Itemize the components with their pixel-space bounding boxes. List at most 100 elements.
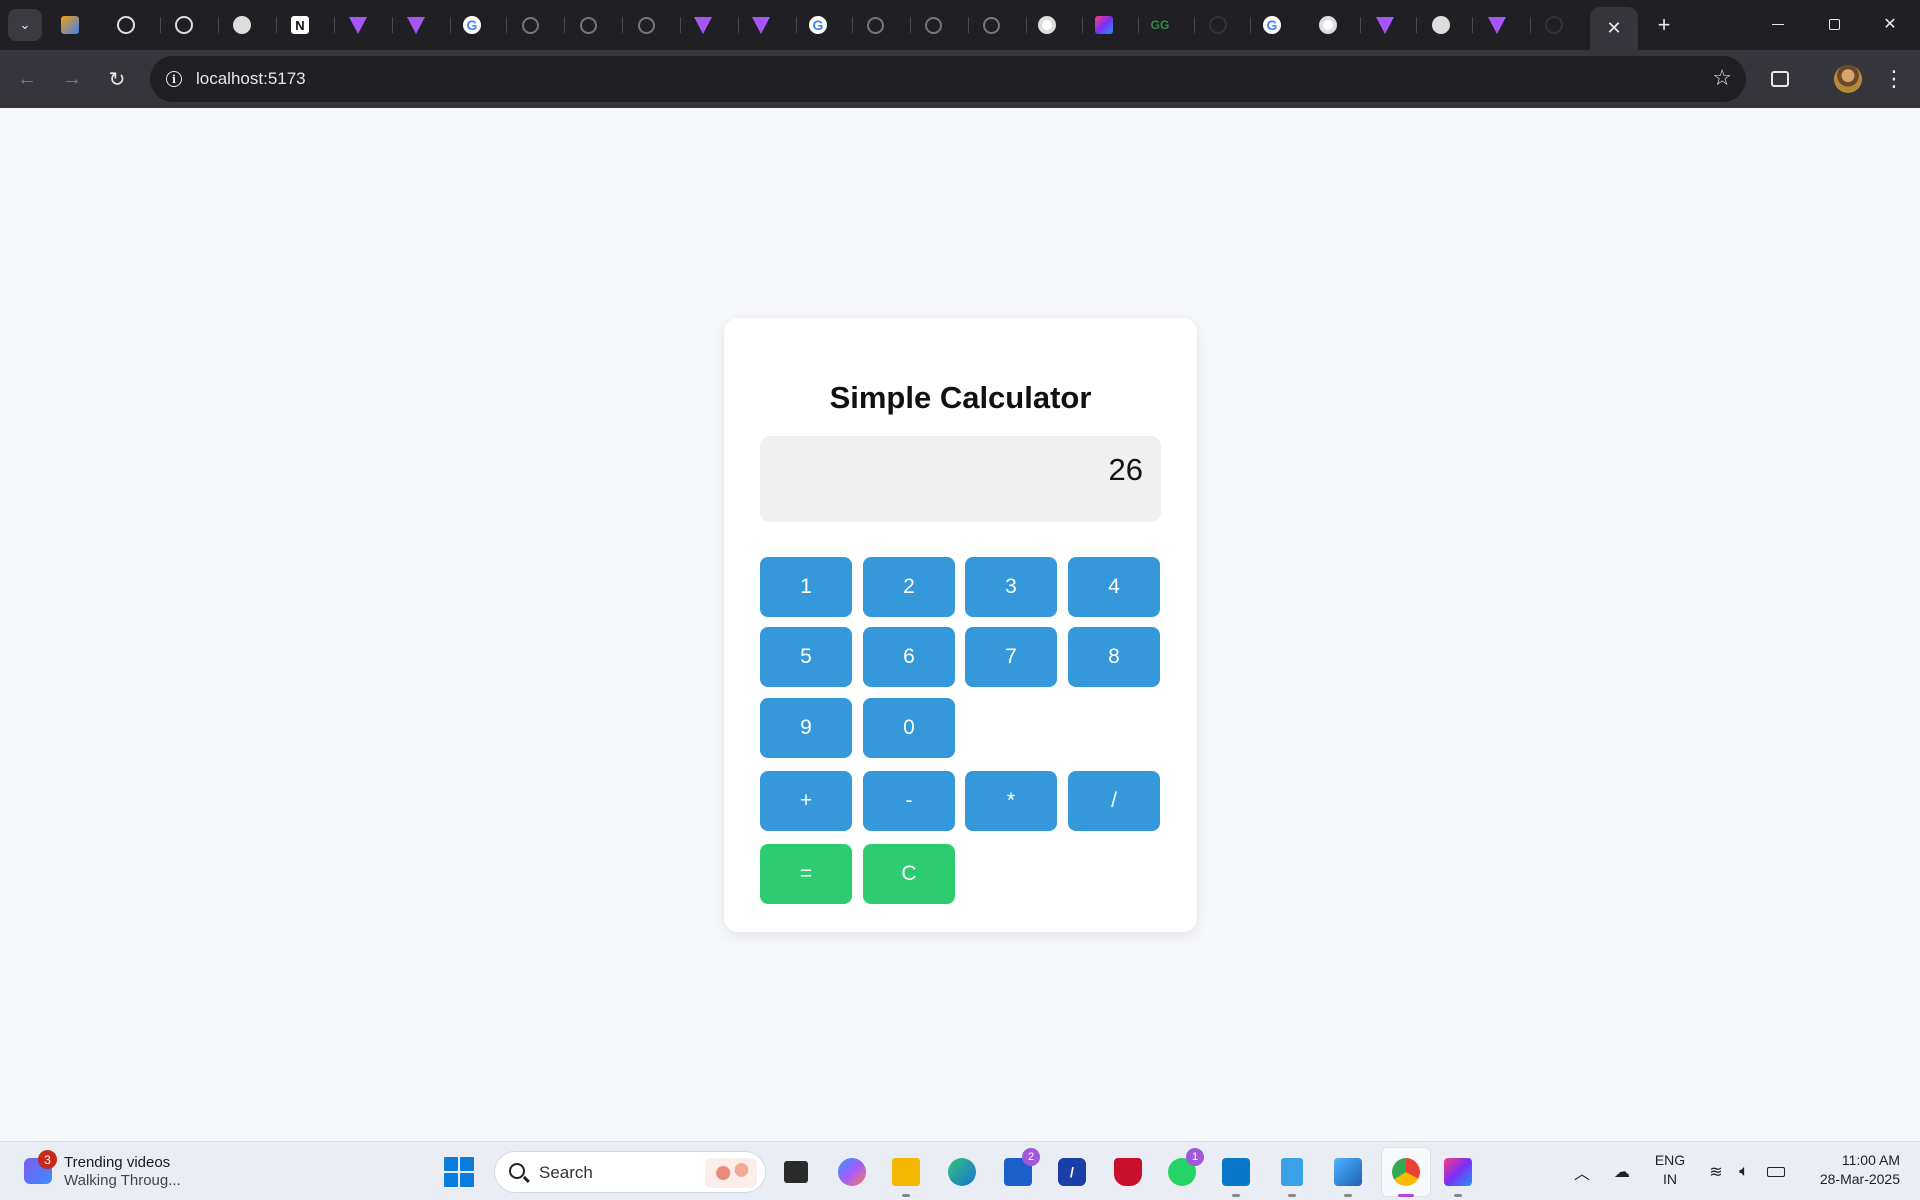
tab[interactable] [336,9,380,41]
notepad-button[interactable] [1274,1154,1310,1197]
site-info-button[interactable]: i [160,65,188,93]
restore-button[interactable] [1806,0,1862,48]
chrome-button[interactable] [1388,1154,1424,1197]
subtract-button[interactable]: - [863,771,955,831]
reload-button[interactable]: ↻ [101,63,133,95]
tab[interactable] [162,9,206,41]
forward-button[interactable]: → [56,63,88,95]
tab[interactable] [969,9,1013,41]
app-button[interactable]: / [1054,1154,1090,1190]
system-clock[interactable]: 11:00 AM 28-Mar-2025 [1800,1151,1900,1189]
whatsapp-button[interactable]: 1 [1164,1148,1204,1190]
search-placeholder: Search [539,1163,593,1182]
digit-button-3[interactable]: 3 [965,557,1057,617]
bookmark-star-icon[interactable]: ☆ [1712,65,1732,91]
tab[interactable] [220,9,264,41]
browser-menu-button[interactable]: ⋮ [1880,63,1908,95]
wifi-button[interactable]: ≋ [1702,1158,1730,1186]
taskbar: 3 Trending videos Walking Throug... Sear… [0,1141,1920,1200]
tab[interactable] [48,9,92,41]
digit-button-2[interactable]: 2 [863,557,955,617]
back-button[interactable]: ← [11,63,43,95]
tab[interactable] [394,9,438,41]
tab-separator [334,17,335,33]
digit-button-0[interactable]: 0 [863,698,955,758]
tab-separator [506,17,507,33]
arrow-left-icon: ← [17,67,37,90]
tab[interactable] [1306,9,1350,41]
digit-button-4[interactable]: 4 [1068,557,1160,617]
mcafee-button[interactable] [1110,1154,1146,1190]
edge-button[interactable] [944,1154,980,1190]
chrome-icon [1392,1158,1420,1186]
divide-button[interactable]: / [1068,771,1160,831]
tab[interactable] [1363,9,1407,41]
close-window-button[interactable]: ✕ [1862,0,1918,48]
tab[interactable]: G [450,9,494,41]
digit-button-5[interactable]: 5 [760,627,852,687]
tab-search-button[interactable]: ⌄ [8,9,42,41]
tab[interactable] [681,9,725,41]
add-button[interactable]: + [760,771,852,831]
minimize-button[interactable] [1750,0,1806,48]
equals-button[interactable]: = [760,844,852,904]
vscode-button[interactable] [1218,1154,1254,1197]
tab[interactable] [1475,9,1519,41]
close-tab-icon[interactable]: ✕ [1606,18,1621,39]
profile-avatar[interactable] [1834,65,1862,93]
new-tab-button[interactable]: + [1648,9,1680,41]
tab[interactable]: G [796,9,840,41]
vite-icon [1488,16,1506,34]
tab[interactable] [739,9,783,41]
file-explorer-button[interactable] [888,1154,924,1197]
news-widget[interactable]: 3 Trending videos Walking Throug... [24,1150,194,1192]
running-indicator [1288,1194,1296,1197]
volume-button[interactable]: 🔈︎ [1730,1158,1758,1186]
battery-icon [1767,1167,1785,1177]
taskbar-search[interactable]: Search [494,1151,766,1193]
tab[interactable] [853,9,897,41]
running-indicator [1344,1194,1352,1197]
digit-button-6[interactable]: 6 [863,627,955,687]
url-text[interactable]: localhost:5173 [196,69,306,89]
digit-button-8[interactable]: 8 [1068,627,1160,687]
tasks-app-button[interactable] [1440,1154,1476,1197]
show-hidden-icons-button[interactable]: ︿ [1568,1158,1596,1186]
tab[interactable] [1025,9,1069,41]
multiply-button[interactable]: * [965,771,1057,831]
digit-button-9[interactable]: 9 [760,698,852,758]
onedrive-button[interactable]: ☁ [1608,1158,1636,1186]
battery-button[interactable] [1762,1158,1790,1186]
tab[interactable] [566,9,610,41]
address-bar[interactable]: i localhost:5173 ☆ [150,56,1746,102]
region-code: IN [1663,1171,1677,1187]
tab[interactable]: GG [1138,9,1182,41]
tab[interactable] [624,9,668,41]
tab[interactable] [508,9,552,41]
tab[interactable] [911,9,955,41]
digit-button-7[interactable]: 7 [965,627,1057,687]
copilot-button[interactable] [834,1154,870,1190]
display-value: 26 [1108,452,1143,487]
tab[interactable] [1082,9,1126,41]
active-indicator [1398,1194,1414,1197]
tab[interactable]: N [278,9,322,41]
tab[interactable] [104,9,148,41]
microsoft-store-button[interactable]: 2 [1000,1148,1040,1190]
paint-button[interactable] [1330,1154,1366,1197]
gear-icon [233,16,251,34]
tab[interactable] [1532,9,1576,41]
puzzle-icon [1771,71,1789,87]
tab[interactable] [1196,9,1240,41]
digit-button-1[interactable]: 1 [760,557,852,617]
vite-icon [407,16,425,34]
active-tab[interactable]: ✕ [1590,7,1638,50]
extensions-button[interactable] [1764,63,1796,95]
start-button[interactable] [444,1157,474,1187]
tab[interactable]: G [1250,9,1294,41]
clear-button[interactable]: C [863,844,955,904]
input-language-indicator[interactable]: ENG IN [1652,1151,1688,1189]
loading-icon [1545,16,1563,34]
task-view-button[interactable] [778,1154,814,1190]
tab[interactable] [1419,9,1463,41]
